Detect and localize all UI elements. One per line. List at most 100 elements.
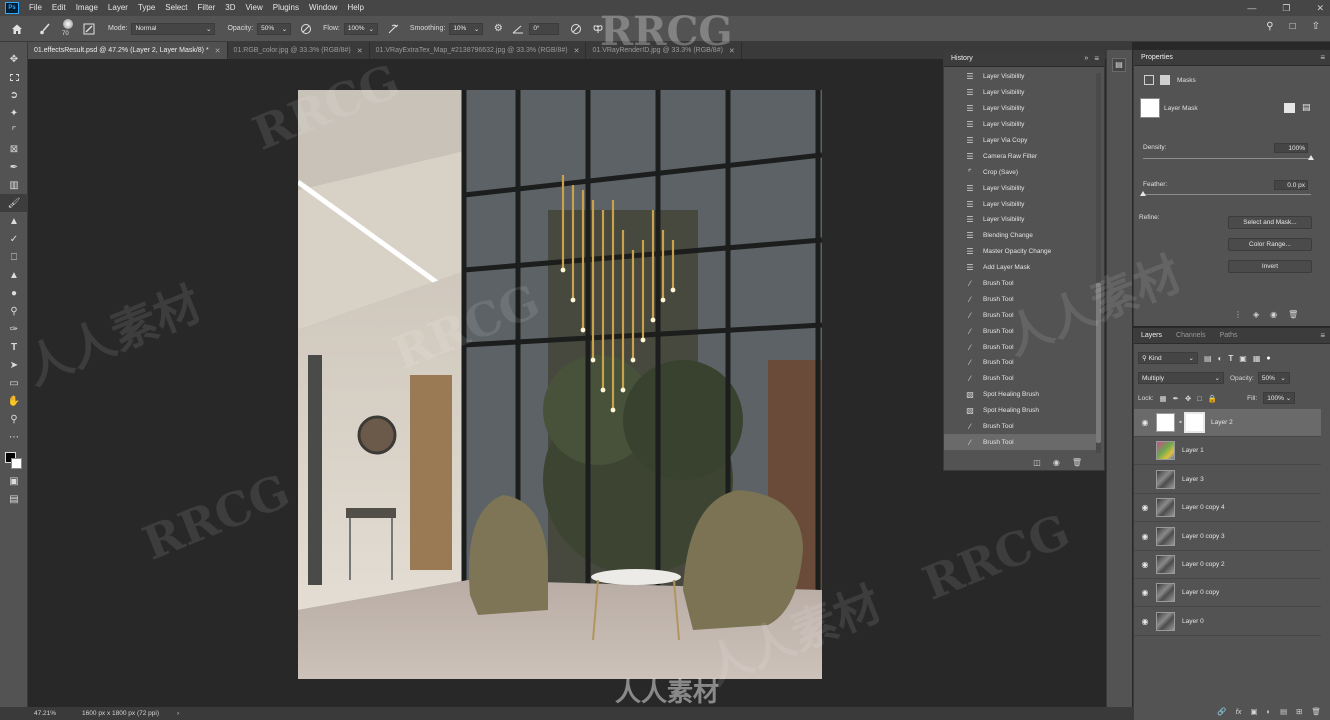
adjustment-filter-icon[interactable]: ◐ — [1218, 354, 1223, 363]
panel-menu-icon[interactable]: ≡ — [1094, 54, 1099, 63]
history-item[interactable]: ⌜ Crop (Save) — [944, 164, 1096, 180]
document-tab[interactable]: 01.VRayExtraTex_Map_#2138796632.jpg @ 33… — [370, 42, 587, 59]
density-field[interactable]: 100% — [1274, 143, 1308, 153]
add-vector-mask-icon[interactable]: ▤ — [1302, 102, 1311, 113]
menu-plugins[interactable]: Plugins — [268, 0, 304, 16]
close-tab-icon[interactable]: ✕ — [357, 47, 363, 55]
blur-tool-icon[interactable]: ● — [0, 284, 28, 302]
marquee-tool-icon[interactable] — [0, 68, 28, 86]
history-item[interactable]: ☰ Master Opacity Change — [944, 244, 1096, 260]
history-item[interactable]: ∕ Brush Tool — [944, 371, 1096, 387]
menu-image[interactable]: Image — [71, 0, 103, 16]
fill-field[interactable]: 100% ⌄ — [1263, 392, 1296, 404]
link-layers-icon[interactable]: 🔗 — [1217, 707, 1226, 716]
hand-tool-icon[interactable]: ✋ — [0, 392, 28, 410]
lock-transparent-icon[interactable]: ▦ — [1160, 394, 1167, 403]
menu-filter[interactable]: Filter — [193, 0, 221, 16]
feather-field[interactable]: 0.0 px — [1274, 180, 1308, 190]
menu-view[interactable]: View — [241, 0, 268, 16]
document-canvas-image[interactable] — [298, 90, 822, 679]
flow-field[interactable]: 100% ⌄ — [343, 22, 378, 35]
workspace-icon[interactable]: □ — [1290, 21, 1296, 32]
history-item[interactable]: ∕ Brush Tool — [944, 291, 1096, 307]
history-item[interactable]: ∕ Brush Tool — [944, 323, 1096, 339]
filter-toggle-icon[interactable]: ● — [1266, 355, 1270, 362]
histogram-panel-icon[interactable]: ▤ — [1112, 58, 1126, 72]
menu-type[interactable]: Type — [133, 0, 160, 16]
search-icon[interactable]: ⚲ — [1266, 21, 1273, 32]
history-brush-tool-icon[interactable]: ✓ — [0, 230, 28, 248]
close-icon[interactable]: ✕ — [1316, 3, 1324, 14]
layer-style-fx-icon[interactable]: fx — [1236, 707, 1242, 716]
snapshot-camera-icon[interactable]: ◉ — [1053, 458, 1060, 467]
visibility-eye-icon[interactable]: ◉ — [1134, 560, 1156, 569]
lock-artboard-icon[interactable]: □ — [1197, 394, 1202, 403]
visibility-eye-icon[interactable]: ◉ — [1134, 532, 1156, 541]
panel-menu-icon[interactable]: ≡ — [1320, 331, 1325, 340]
history-item[interactable]: ∕ Brush Tool — [944, 276, 1096, 292]
symmetry-butterfly-icon[interactable] — [591, 22, 605, 36]
clone-stamp-tool-icon[interactable]: ▲ — [0, 212, 28, 230]
feather-slider-track[interactable] — [1143, 194, 1311, 195]
share-icon[interactable]: ⇧ — [1312, 21, 1320, 32]
layer-row[interactable]: ◉ Layer 0 copy 2 — [1134, 551, 1321, 579]
history-item[interactable]: ☰ Layer Visibility — [944, 180, 1096, 196]
visibility-eye-icon[interactable]: ◉ — [1134, 617, 1156, 626]
pixel-filter-icon[interactable]: ▤ — [1204, 354, 1212, 363]
mode-select[interactable]: Normal ⌄ — [131, 22, 216, 35]
document-size-info[interactable]: 1600 px x 1800 px (72 ppi) — [82, 710, 159, 717]
lock-all-icon[interactable]: 🔒 — [1208, 394, 1217, 403]
opacity-field[interactable]: 50% ⌄ — [257, 22, 292, 35]
airbrush-icon[interactable] — [386, 22, 400, 36]
close-tab-icon[interactable]: ✕ — [215, 47, 221, 55]
magic-wand-tool-icon[interactable]: ✦ — [0, 104, 28, 122]
feather-slider-thumb[interactable] — [1140, 191, 1146, 196]
history-scrollbar-thumb[interactable] — [1096, 283, 1101, 443]
panel-menu-icon[interactable]: ≡ — [1320, 53, 1325, 62]
toolbar-grip[interactable] — [0, 42, 27, 50]
tab-channels[interactable]: Channels — [1169, 328, 1213, 344]
menu-file[interactable]: File — [24, 0, 47, 16]
panel-collapse-icon[interactable]: » — [1084, 55, 1088, 62]
type-filter-icon[interactable]: T — [1228, 354, 1233, 363]
layer-row[interactable]: Layer 3 — [1134, 466, 1321, 494]
menu-edit[interactable]: Edit — [47, 0, 71, 16]
select-pixel-mask-icon[interactable] — [1284, 103, 1295, 113]
menu-select[interactable]: Select — [160, 0, 192, 16]
close-tab-icon[interactable]: ✕ — [574, 47, 580, 55]
delete-mask-trash-icon[interactable]: 🗑 — [1288, 310, 1298, 319]
density-slider-thumb[interactable] — [1308, 155, 1314, 160]
smoothing-field[interactable]: 10% ⌄ — [449, 22, 484, 35]
menu-help[interactable]: Help — [342, 0, 368, 16]
invert-button[interactable]: Invert — [1228, 260, 1312, 273]
pixel-mask-icon[interactable] — [1144, 75, 1154, 85]
new-layer-icon[interactable]: ⊞ — [1296, 707, 1302, 716]
eraser-tool-icon[interactable]: ⎕ — [0, 248, 28, 266]
new-group-folder-icon[interactable]: ▤ — [1280, 707, 1287, 716]
history-item[interactable]: ☰ Layer Via Copy — [944, 133, 1096, 149]
menu-window[interactable]: Window — [304, 0, 342, 16]
apply-mask-icon[interactable]: ◈ — [1253, 310, 1259, 319]
layer-row[interactable]: ◉ Layer 0 copy — [1134, 579, 1321, 608]
mask-link-icon[interactable]: ⚭ — [1178, 419, 1183, 426]
add-mask-icon[interactable]: ▣ — [1250, 707, 1257, 716]
lock-image-icon[interactable]: ✒ — [1173, 394, 1179, 403]
tab-layers[interactable]: Layers — [1134, 328, 1169, 344]
pressure-opacity-icon[interactable] — [299, 22, 313, 36]
document-tab[interactable]: 01.VRayRenderID.jpg @ 33.3% (RGB/8#) ✕ — [586, 42, 742, 59]
history-item[interactable]: ∕ Brush Tool — [944, 307, 1096, 323]
zoom-tool-icon[interactable]: ⚲ — [0, 410, 28, 428]
gradient-tool-icon[interactable]: ▲ — [0, 266, 28, 284]
color-range-button[interactable]: Color Range... — [1228, 238, 1312, 251]
filter-kind-select[interactable]: ⚲ Kind ⌄ — [1138, 352, 1198, 364]
history-item[interactable]: ☰ Layer Visibility — [944, 196, 1096, 212]
density-slider-track[interactable] — [1143, 158, 1311, 159]
status-arrow-icon[interactable]: › — [177, 710, 179, 717]
shape-filter-icon[interactable]: ▣ — [1239, 354, 1247, 363]
zoom-level[interactable]: 47.21% — [34, 710, 56, 717]
layer-row[interactable]: Layer 1 — [1134, 437, 1321, 466]
smart-object-filter-icon[interactable]: ▦ — [1253, 354, 1261, 363]
history-item[interactable]: ▧ Spot Healing Brush — [944, 403, 1096, 419]
close-tab-icon[interactable]: ✕ — [729, 47, 735, 55]
brush-settings-icon[interactable] — [82, 22, 96, 36]
